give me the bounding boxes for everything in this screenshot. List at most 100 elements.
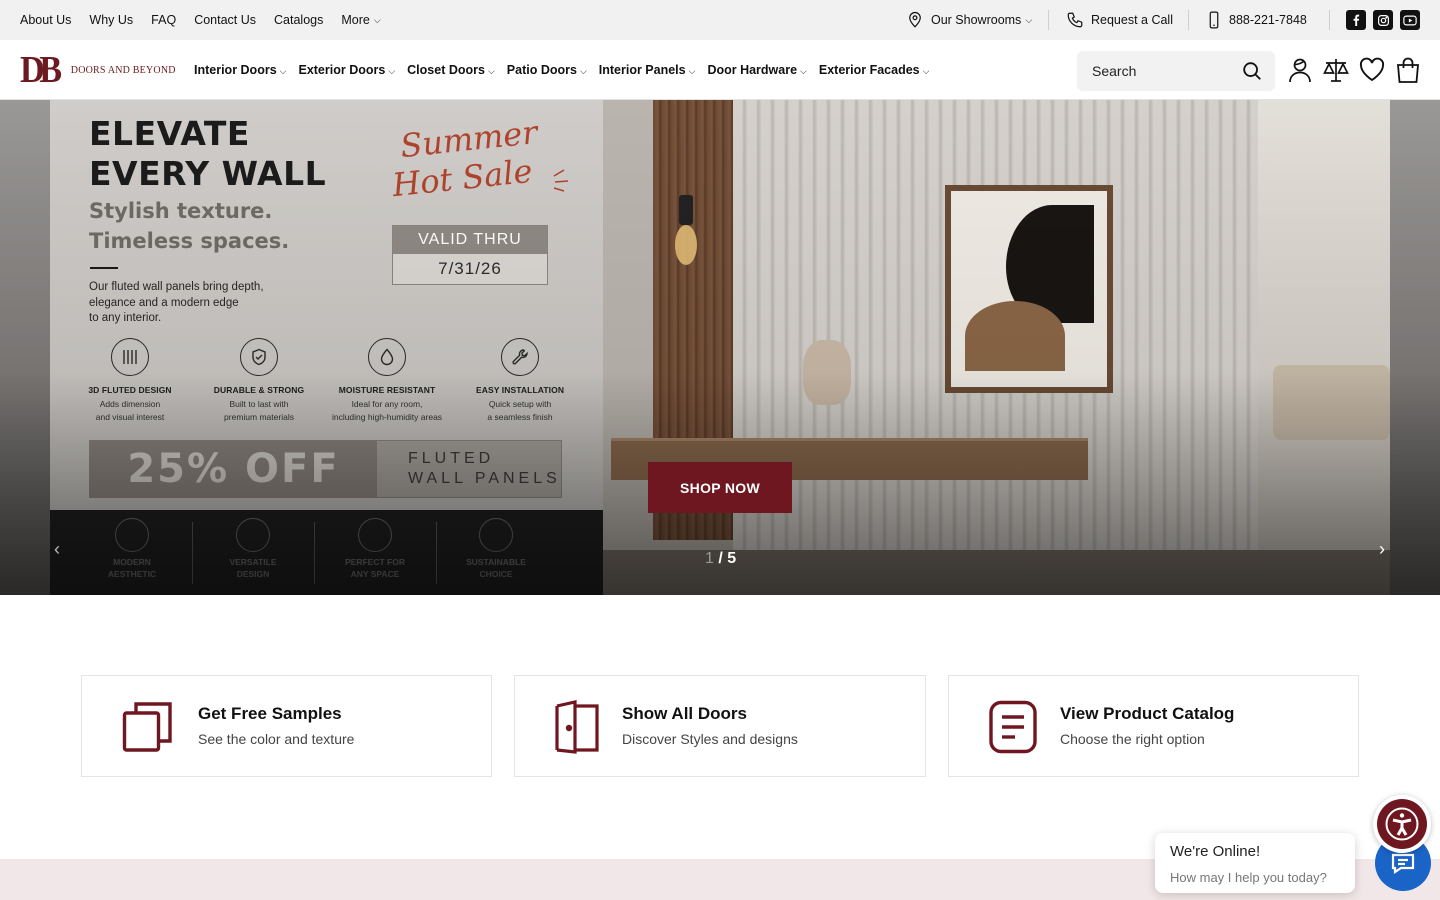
valid-thru-badge: VALID THRU 7/31/26 [392,225,548,285]
benefit-versatile: VERSATILE DESIGN [203,518,303,580]
chevron-down-icon: ⌵ [688,66,696,76]
nav-label: Exterior Facades [818,63,920,77]
nav-interior-panels[interactable]: Interior Panels ⌵ [599,63,696,77]
chevron-down-icon: ⌵ [1025,14,1033,25]
accessibility-button[interactable] [1373,795,1431,853]
card-title: Get Free Samples [198,704,342,723]
nav-door-hardware[interactable]: Door Hardware ⌵ [707,63,806,77]
subtitle-line: Stylish texture. [89,199,273,223]
compare-icon[interactable] [1322,56,1350,84]
benefit-line: DESIGN [236,568,270,579]
feature-title: EASY INSTALLATION [475,385,565,395]
promo-title: ELEVATE EVERY WALL [89,114,326,194]
leaf-icon [479,518,513,552]
benefit-line: VERSATILE [229,557,277,567]
divider [314,522,315,584]
nav-label: Interior Panels [598,63,686,77]
benefit-line: MODERN [113,557,151,567]
title-line: ELEVATE [89,114,250,153]
slide-current: 1 [705,550,714,567]
chat-greeting-bubble[interactable]: We're Online! How may I help you today? [1155,833,1355,893]
card-subtitle: Discover Styles and designs [622,731,798,747]
heart-icon[interactable] [1358,56,1386,84]
site-logo[interactable]: DB DOORS AND BEYOND [20,50,180,90]
product-catalog-card[interactable]: View Product Catalog Choose the right op… [948,675,1359,777]
divider [1329,10,1330,30]
benefit-any-space: PERFECT FOR ANY SPACE [325,518,425,580]
feature-desc: Built to last with premium materials [200,398,318,423]
why-us-link[interactable]: Why Us [89,13,133,27]
shop-now-button[interactable]: SHOP NOW [648,462,792,513]
free-samples-card[interactable]: Get Free Samples See the color and textu… [81,675,492,777]
prev-slide-arrow-icon[interactable]: ‹ [47,538,67,560]
faq-link[interactable]: FAQ [151,13,176,27]
next-slide-arrow-icon[interactable]: › [1372,538,1392,560]
feature-desc-line: and visual interest [95,411,165,422]
wrench-icon [501,338,539,376]
door-icon [555,700,599,754]
request-call-link[interactable]: Request a Call [1066,0,1173,40]
nav-label: Patio Doors [506,63,577,77]
divider [1048,10,1049,30]
shield-check-icon [240,338,278,376]
chevron-down-icon: ⌵ [487,66,495,76]
subtitle-line: Timeless spaces. [89,229,290,253]
chat-message: How may I help you today? [1170,870,1327,885]
phone-icon [1067,12,1083,28]
benefit-sustainable: SUSTAINABLE CHOICE [446,518,546,580]
chevron-down-icon: ⌵ [388,66,396,76]
benefit-line: AESTHETIC [107,568,157,579]
top-links: About Us Why Us FAQ Contact Us Catalogs … [20,0,381,40]
youtube-icon[interactable] [1400,10,1420,30]
valid-date: 7/31/26 [393,254,547,284]
main-header: DB DOORS AND BEYOND Interior Doors ⌵ Exte… [0,40,1440,100]
search-input[interactable] [1077,51,1237,91]
catalog-icon [989,700,1037,754]
nav-label: Exterior Doors [298,63,386,77]
instagram-icon[interactable] [1373,10,1393,30]
showrooms-menu[interactable]: Our Showrooms ⌵ [906,0,1032,40]
promo-panel: ELEVATE EVERY WALL Stylish texture. Time… [50,100,603,595]
nav-interior-doors[interactable]: Interior Doors ⌵ [194,63,286,77]
promo-body: Our fluted wall panels bring depth, eleg… [89,280,319,327]
nav-closet-doors[interactable]: Closet Doors ⌵ [407,63,495,77]
feature-title: MOISTURE RESISTANT [338,385,436,395]
benefit-label: VERSATILE DESIGN [203,557,303,580]
feature-desc: Quick setup with a seamless finish [461,398,579,423]
gear-icon [236,518,270,552]
sofa [1273,365,1390,440]
contact-us-link[interactable]: Contact Us [194,13,256,27]
about-us-link[interactable]: About Us [20,13,71,27]
hero-slider: ELEVATE EVERY WALL Stylish texture. Time… [0,100,1440,595]
cart-icon[interactable] [1394,56,1422,84]
phone-link[interactable]: 888-221-7848 [1206,0,1307,40]
benefit-modern: MODERN AESTHETIC [82,518,182,580]
discount-banner: 25% OFF FLUTED WALL PANELS [89,440,562,498]
user-icon[interactable] [1286,56,1314,84]
divider [1188,10,1189,30]
feature-desc-line: a seamless finish [487,411,553,422]
chevron-down-icon: ⌵ [922,66,930,76]
benefit-line: CHOICE [479,568,513,579]
nav-exterior-doors[interactable]: Exterior Doors ⌵ [298,63,395,77]
catalogs-link[interactable]: Catalogs [274,13,323,27]
nav-patio-doors[interactable]: Patio Doors ⌵ [507,63,587,77]
nav-exterior-facades[interactable]: Exterior Facades ⌵ [819,63,930,77]
valid-label: VALID THRU [393,226,547,254]
divider [436,522,437,584]
facebook-icon[interactable] [1346,10,1366,30]
discount-item-line: FLUTED [408,450,495,467]
search-icon[interactable] [1241,60,1263,82]
more-label: More [341,13,370,27]
all-doors-card[interactable]: Show All Doors Discover Styles and desig… [514,675,926,777]
feature-moisture: MOISTURE RESISTANT Ideal for any room, in… [328,338,446,423]
promo-subtitle: Stylish texture. Timeless spaces. [89,196,289,256]
logo-monogram: DB [20,49,62,91]
home-icon [358,518,392,552]
more-menu[interactable]: More ⌵ [341,13,380,27]
body-line: to any interior. [89,312,162,324]
art-shape [965,301,1065,371]
discount-value: 25% OFF [90,441,377,497]
feature-fluted-design: 3D FLUTED DESIGN Adds dimension and visua… [71,338,189,423]
water-drop-icon [368,338,406,376]
